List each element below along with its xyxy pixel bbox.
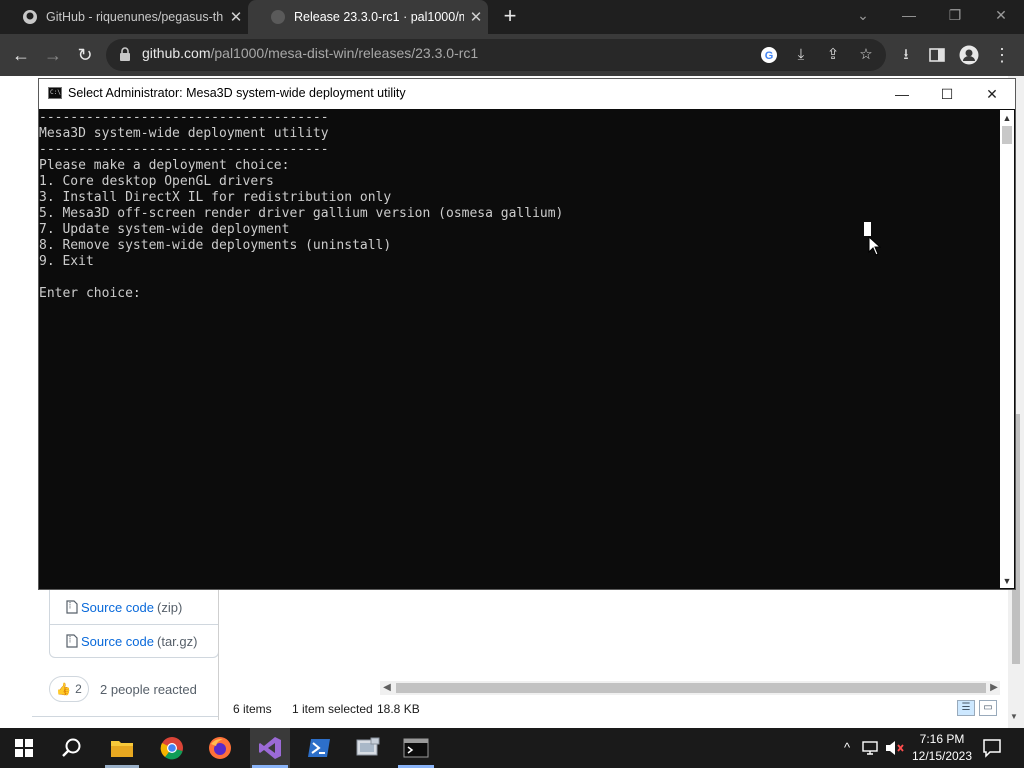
- file-explorer-window: [218, 588, 1004, 720]
- tab-release[interactable]: Release 23.3.0-rc1 · pal1000/mes ✕: [248, 0, 488, 34]
- console-title: Select Administrator: Mesa3D system-wide…: [68, 86, 406, 100]
- scroll-down-icon[interactable]: ▼: [1000, 574, 1014, 588]
- thumbs-up-icon: 👍: [56, 682, 72, 696]
- asset-ext: (zip): [157, 599, 183, 615]
- clock-date: 12/15/2023: [911, 749, 973, 763]
- terminal-icon[interactable]: [403, 738, 429, 758]
- tab-search-icon[interactable]: ⌄: [840, 0, 886, 34]
- install-icon[interactable]: ⤓: [790, 44, 812, 66]
- visual-studio-icon[interactable]: [258, 736, 282, 760]
- github-icon: [23, 10, 37, 24]
- tab-github-pegasus[interactable]: GitHub - riquenunes/pegasus-th ✕: [0, 0, 248, 34]
- app-icon[interactable]: [355, 737, 381, 759]
- lock-icon[interactable]: [119, 47, 131, 61]
- tab-title: Release 23.3.0-rc1 · pal1000/mes: [294, 10, 464, 24]
- asset-label: Source code: [81, 599, 154, 615]
- console-line: -------------------------------------: [39, 142, 329, 157]
- github-icon: [271, 10, 285, 24]
- text-cursor: [864, 222, 871, 236]
- show-hidden-icons-button[interactable]: ^: [838, 738, 856, 758]
- reaction-count: 2: [75, 682, 82, 696]
- profile-icon[interactable]: [959, 45, 979, 65]
- console-prompt: Enter choice:: [39, 286, 141, 301]
- console-line: 8. Remove system-wide deployments (unins…: [39, 238, 392, 253]
- url-path: /pal1000/mesa-dist-win/releases/23.3.0-r…: [210, 45, 479, 61]
- menu-icon[interactable]: ⋮: [991, 44, 1013, 66]
- asset-label: Source code: [81, 633, 154, 649]
- svg-text:G: G: [765, 50, 774, 62]
- reaction-summary: 2 people reacted: [100, 682, 197, 697]
- bookmark-star-icon[interactable]: ☆: [855, 44, 877, 66]
- volume-muted-icon[interactable]: [885, 740, 905, 756]
- clock-time: 7:16 PM: [919, 732, 965, 746]
- new-tab-button[interactable]: +: [498, 4, 522, 28]
- scroll-down-icon[interactable]: ▼: [1010, 712, 1018, 721]
- console-minimize-button[interactable]: —: [879, 80, 925, 108]
- asset-ext: (tar.gz): [157, 633, 198, 649]
- file-zip-icon: [66, 634, 78, 648]
- console-line: Mesa3D system-wide deployment utility: [39, 126, 329, 141]
- google-icon[interactable]: G: [760, 46, 778, 64]
- details-view-icon[interactable]: ☰: [957, 700, 975, 716]
- console-line: 9. Exit: [39, 254, 94, 269]
- back-icon[interactable]: ←: [8, 42, 34, 68]
- close-window-button[interactable]: ✕: [978, 0, 1024, 34]
- divider: [32, 716, 222, 717]
- side-panel-icon[interactable]: [929, 47, 945, 63]
- chrome-icon[interactable]: [160, 736, 184, 760]
- file-zip-icon: [66, 600, 78, 614]
- scroll-right-icon[interactable]: ▶: [987, 681, 1001, 695]
- download-icon[interactable]: ⭳: [895, 44, 917, 66]
- console-line: -------------------------------------: [39, 110, 329, 125]
- console-line: 5. Mesa3D off-screen render driver galli…: [39, 206, 564, 221]
- scroll-left-icon[interactable]: ◀: [380, 681, 394, 695]
- url-text[interactable]: github.com/pal1000/mesa-dist-win/release…: [142, 45, 478, 61]
- file-explorer-icon[interactable]: [110, 738, 134, 758]
- taskbar-clock[interactable]: 7:16 PM 12/15/2023: [908, 731, 976, 765]
- close-icon[interactable]: ✕: [224, 8, 248, 26]
- console-close-button[interactable]: ✕: [969, 80, 1015, 108]
- console-app-icon[interactable]: C:\: [48, 87, 62, 99]
- console-line: 1. Core desktop OpenGL drivers: [39, 174, 274, 189]
- minimize-button[interactable]: —: [886, 0, 932, 34]
- console-scrollbar-thumb[interactable]: [1002, 126, 1012, 144]
- tab-title: GitHub - riquenunes/pegasus-th: [46, 10, 224, 24]
- restore-button[interactable]: ❐: [932, 0, 978, 34]
- firefox-icon[interactable]: [208, 736, 232, 760]
- console-line: 7. Update system-wide deployment: [39, 222, 290, 237]
- large-icons-view-icon[interactable]: ▭: [979, 700, 997, 716]
- windows-start-icon[interactable]: [15, 739, 33, 757]
- network-icon[interactable]: [862, 740, 880, 756]
- url-host: github.com: [142, 45, 211, 61]
- reaction-button[interactable]: 👍 2: [49, 676, 89, 702]
- divider: [50, 624, 218, 625]
- powershell-icon[interactable]: [307, 738, 331, 758]
- notifications-icon[interactable]: [982, 738, 1002, 758]
- console-scrollbar[interactable]: [1000, 110, 1014, 588]
- forward-icon[interactable]: →: [40, 42, 66, 68]
- status-item-count: 6 items: [233, 702, 272, 716]
- console-line: 3. Install DirectX IL for redistribution…: [39, 190, 392, 205]
- status-selection: 1 item selected: [292, 702, 373, 716]
- reload-icon[interactable]: ↻: [72, 42, 98, 68]
- mouse-pointer-icon: [868, 236, 882, 256]
- console-line: Please make a deployment choice:: [39, 158, 290, 173]
- scroll-up-icon[interactable]: ▲: [1000, 111, 1014, 125]
- asset-source-targz[interactable]: Source code (tar.gz): [66, 631, 197, 651]
- share-icon[interactable]: ⇪: [822, 44, 844, 66]
- status-size: 18.8 KB: [377, 702, 420, 716]
- horizontal-scrollbar-thumb[interactable]: [396, 683, 986, 693]
- console-maximize-button[interactable]: ☐: [924, 80, 970, 108]
- search-icon[interactable]: [61, 737, 83, 759]
- close-icon[interactable]: ✕: [464, 8, 488, 26]
- asset-source-zip[interactable]: Source code (zip): [66, 597, 182, 617]
